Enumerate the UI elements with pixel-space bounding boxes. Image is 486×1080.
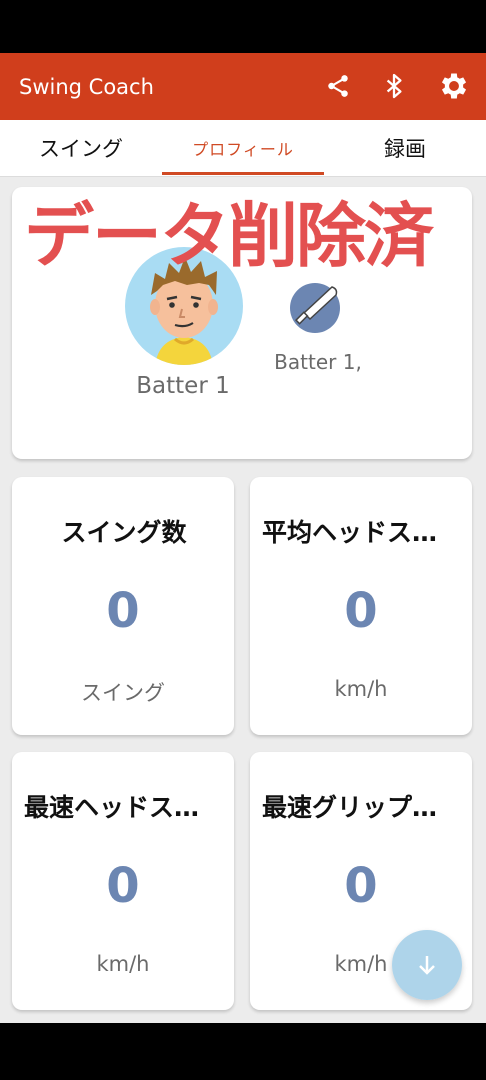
tab-label: スイング bbox=[39, 137, 123, 161]
stat-value: 0 bbox=[106, 583, 140, 639]
app-title: Swing Coach bbox=[19, 75, 154, 99]
gear-icon[interactable] bbox=[437, 69, 471, 103]
tab-swing[interactable]: スイング bbox=[0, 120, 162, 176]
stat-card-swing-count[interactable]: スイング数 0 スイング bbox=[12, 477, 234, 735]
data-deleted-stamp: データ削除済 bbox=[24, 195, 434, 277]
stat-title: 平均ヘッドスピード bbox=[262, 518, 462, 547]
status-bar bbox=[0, 0, 486, 53]
bat-name: Batter 1, bbox=[274, 350, 362, 374]
stat-title: スイング数 bbox=[61, 518, 187, 547]
tab-profile[interactable]: プロフィール bbox=[162, 120, 324, 176]
stat-value: 0 bbox=[344, 583, 378, 639]
bluetooth-icon[interactable] bbox=[377, 69, 411, 103]
stat-unit: km/h bbox=[96, 952, 150, 976]
tab-bar: スイング プロフィール 録画 bbox=[0, 120, 486, 177]
tab-label: プロフィール bbox=[192, 140, 294, 159]
tab-recording[interactable]: 録画 bbox=[324, 120, 486, 176]
stat-card-max-head-speed[interactable]: 最速ヘッドスピード 0 km/h bbox=[12, 752, 234, 1010]
tab-label: 録画 bbox=[384, 137, 426, 161]
stat-unit: km/h bbox=[334, 677, 388, 701]
profile-card: Batter 1 Batter 1, データ削除済 bbox=[12, 187, 472, 459]
bat-icon[interactable] bbox=[288, 281, 342, 335]
scroll-down-button[interactable] bbox=[392, 930, 462, 1000]
stat-title: 最速グリップスピード bbox=[262, 793, 462, 822]
app-bar: Swing Coach bbox=[0, 53, 486, 120]
stat-title: 最速ヘッドスピード bbox=[24, 793, 224, 822]
stat-unit: スイング bbox=[81, 681, 165, 705]
tab-indicator bbox=[162, 172, 324, 175]
stat-card-avg-head-speed[interactable]: 平均ヘッドスピード 0 km/h bbox=[250, 477, 472, 735]
avatar-name: Batter 1 bbox=[136, 373, 230, 399]
share-icon[interactable] bbox=[321, 69, 355, 103]
arrow-down-icon bbox=[419, 956, 435, 975]
stat-value: 0 bbox=[344, 858, 378, 914]
stat-value: 0 bbox=[106, 858, 140, 914]
navigation-bar bbox=[0, 1023, 486, 1080]
